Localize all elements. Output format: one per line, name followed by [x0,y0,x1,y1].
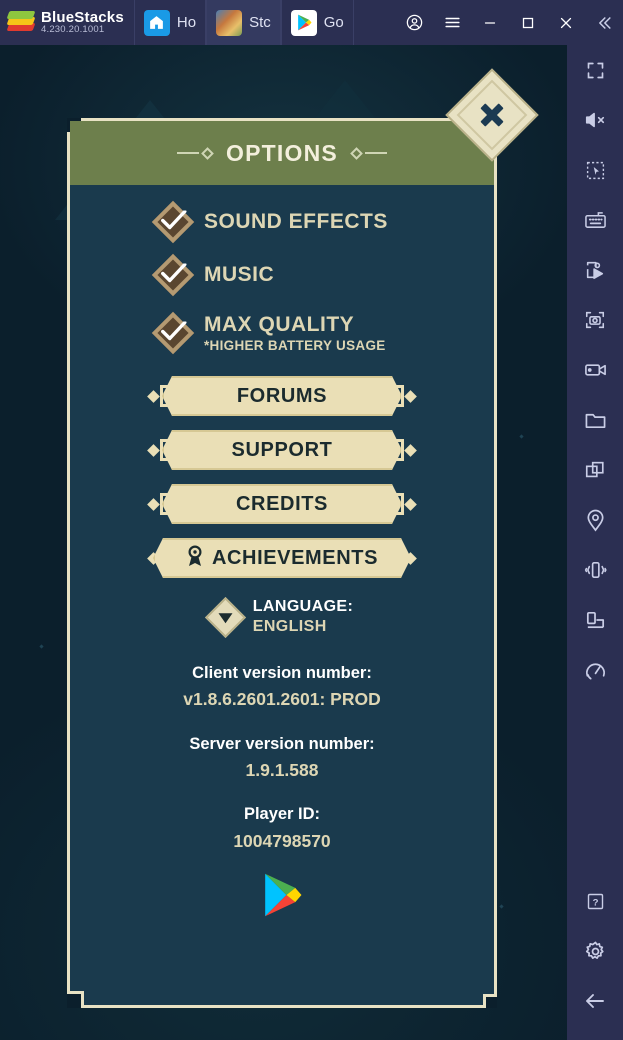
arrow-left-icon[interactable] [567,976,623,1026]
button-ornament-right [393,385,417,407]
server-version-value: 1.9.1.588 [245,760,319,781]
brand-name: BlueStacks [41,8,124,26]
server-version-block: Server version number: 1.9.1.588 [70,731,494,784]
brand-version: 4.230.20.1001 [41,24,105,36]
checkbox-checked-icon [151,200,195,244]
tab-home[interactable]: Ho [133,0,207,45]
version-info: Client version number: v1.8.6.2601.2601:… [70,660,494,918]
support-button[interactable]: SUPPORT [147,430,417,470]
minimize-icon[interactable] [471,0,509,45]
title-ornament-right [350,146,387,160]
bluestacks-logo-icon [6,10,36,35]
client-version-block: Client version number: v1.8.6.2601.2601:… [70,660,494,713]
account-circle-icon[interactable] [395,0,433,45]
video-camera-icon[interactable] [567,345,623,395]
copy-windows-icon[interactable] [567,445,623,495]
checkbox-label: SOUND EFFECTS [204,210,388,233]
server-version-label: Server version number: [189,734,375,753]
triangle-down-icon [204,596,246,638]
language-selector[interactable]: LANGUAGE: ENGLISH [70,596,494,638]
location-pin-icon[interactable] [567,495,623,545]
options-panel: OPTIONS SOUND EFFECTS MUSIC MAX QUALITY … [67,68,539,1008]
background-sparkle [519,434,524,439]
button-ornament-right [393,439,417,461]
button-ornament-right [393,547,417,569]
language-value: ENGLISH [252,618,327,635]
home-icon [143,9,170,36]
tab-play-store-label: Go [323,14,344,31]
checkbox-music[interactable]: MUSIC [70,253,494,297]
rotate-screen-icon[interactable] [567,595,623,645]
close-diamond-icon[interactable] [445,68,539,162]
bluestacks-sidebar: ? [567,45,623,1040]
keyboard-icon[interactable] [567,195,623,245]
speaker-mute-icon[interactable] [567,95,623,145]
button-label: ACHIEVEMENTS [211,546,379,569]
checkbox-max-quality[interactable]: MAX QUALITY *HIGHER BATTERY USAGE [70,311,494,355]
bluestacks-window: BlueStacks 4.230.20.1001 Ho Stc Go OPTIO… [0,0,623,1040]
checkbox-sound-effects[interactable]: SOUND EFFECTS [70,200,494,244]
client-version-label: Client version number: [192,664,372,682]
player-id-block: Player ID: 1004798570 [70,801,494,854]
forums-button[interactable]: FORUMS [147,376,417,416]
maximize-icon[interactable] [509,0,547,45]
game-thumbnail-icon [216,9,243,36]
folder-icon[interactable] [567,395,623,445]
checkbox-label: MUSIC [204,263,275,286]
tab-game[interactable]: Stc [206,0,281,45]
credits-button[interactable]: CREDITS [147,484,417,524]
tab-game-label: Stc [249,14,271,31]
achievements-button[interactable]: ACHIEVEMENTS [147,538,417,578]
game-viewport: OPTIONS SOUND EFFECTS MUSIC MAX QUALITY … [0,45,567,1040]
script-play-icon[interactable] [567,245,623,295]
client-version-value: v1.8.6.2601.2601: PROD [183,689,381,710]
hamburger-menu-icon[interactable] [433,0,471,45]
language-label: LANGUAGE: [252,598,354,615]
window-controls [395,0,623,45]
title-ornament-left [177,146,214,160]
background-sparkle [39,644,44,649]
award-ribbon-icon [186,545,204,572]
gear-icon[interactable] [567,926,623,976]
checkbox-checked-icon [151,311,195,355]
tab-bar: Ho Stc Go [133,0,354,45]
brand: BlueStacks 4.230.20.1001 [0,0,134,45]
fullscreen-icon[interactable] [567,45,623,95]
tab-play-store[interactable]: Go [280,0,354,45]
double-chevron-left-icon[interactable] [585,0,623,45]
question-mark-icon[interactable]: ? [567,876,623,926]
tab-home-label: Ho [176,14,197,31]
camera-focus-icon[interactable] [567,295,623,345]
shake-device-icon[interactable] [567,545,623,595]
page-title: OPTIONS [226,139,338,166]
titlebar: BlueStacks 4.230.20.1001 Ho Stc Go [0,0,623,45]
gauge-icon[interactable] [567,645,623,695]
google-play-logo-icon[interactable] [260,872,304,918]
checkbox-label: MAX QUALITY [204,313,355,336]
checkbox-checked-icon [151,253,195,297]
button-ornament-right [393,493,417,515]
button-label: SUPPORT [231,438,333,461]
player-id-value: 1004798570 [233,830,331,851]
cursor-select-icon[interactable] [567,145,623,195]
button-label: FORUMS [236,384,328,407]
svg-text:?: ? [592,897,598,908]
player-id-label: Player ID: [243,805,321,824]
button-label: CREDITS [236,492,328,515]
background-sparkle [499,904,504,909]
google-play-icon [290,9,317,36]
panel-header: OPTIONS [70,68,539,185]
close-icon[interactable] [547,0,585,45]
checkbox-sublabel: *HIGHER BATTERY USAGE [204,338,386,353]
